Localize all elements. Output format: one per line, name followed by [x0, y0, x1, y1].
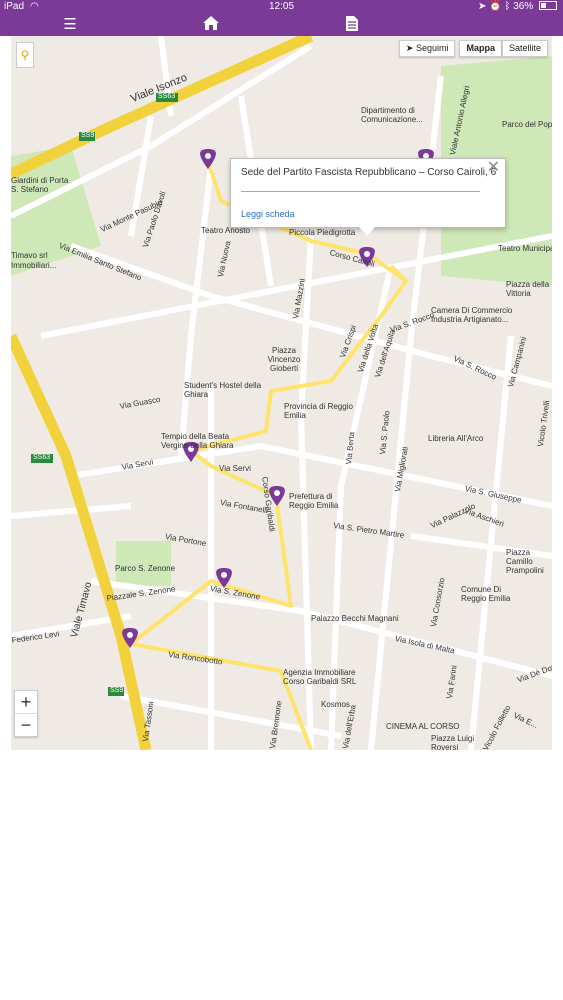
map-top-controls: ➤ Seguimi Mappa Satellite — [398, 40, 548, 57]
label-prefettura: Prefettura di Reggio Emilia — [289, 492, 339, 510]
info-window: Sede del Partito Fascista Repubblicano –… — [230, 157, 506, 236]
label-timavo-immobiliari: Immobiliari... — [11, 261, 57, 270]
label-ss63a: SS63 — [158, 93, 176, 100]
map-canvas — [11, 36, 552, 750]
map-view[interactable]: Viale Isonzo SS63 SS9 Dipartimento di Co… — [11, 36, 552, 750]
document-icon[interactable] — [337, 15, 367, 35]
label-parco-popolo: Parco del Popolo — [502, 120, 552, 129]
zoom-in-button[interactable]: + — [15, 691, 37, 713]
label-provincia: Provincia di Reggio Emilia — [284, 402, 353, 420]
alarm-icon: ⏰ — [489, 1, 502, 12]
label-comune: Comune Di Reggio Emilia — [461, 585, 511, 603]
label-piazza-vittoria: Piazza della Vittoria — [506, 280, 550, 298]
nav-bar: ☰ — [0, 14, 563, 36]
label-camera-commercio: Camera Di Commercio Industria Artigianat… — [431, 306, 513, 324]
label-parco-zenone: Parco S. Zenone — [115, 564, 176, 573]
label-timavo-srl: Timavo srl — [11, 251, 48, 260]
info-window-title: Sede del Partito Fascista Repubblicano –… — [241, 167, 497, 178]
label-dipartimento: Dipartimento di Comunicazione... — [361, 106, 423, 124]
label-tempio: Tempio della Beata Vergine della Ghiara — [161, 432, 234, 450]
document-icon-svg — [346, 16, 358, 31]
follow-button[interactable]: ➤ Seguimi — [398, 40, 456, 57]
home-icon-svg — [203, 16, 219, 30]
home-icon[interactable] — [196, 15, 226, 35]
map-type-satellite-button[interactable]: Satellite — [501, 40, 548, 57]
label-ss63b: SS63 — [33, 454, 51, 461]
label-ss9b: SS9 — [110, 687, 124, 694]
label-piccola-piedigrotta: Piccola Piedigrotta — [289, 228, 356, 237]
label-libreria: Libreria All'Arco — [428, 434, 484, 443]
status-right: ➤ ⏰ ᛒ 36% — [478, 1, 557, 12]
label-agenzia: Agenzia Immobiliare Corso Garibaldi SRL — [283, 668, 357, 686]
label-giardini: Giardini di Porta S. Stefano — [11, 176, 69, 194]
label-via-servi-2: Via Servi — [219, 464, 251, 473]
status-bar: iPad ◠ 12:05 ➤ ⏰ ᛒ 36% — [0, 0, 563, 14]
bluetooth-icon: ᛒ — [504, 1, 511, 12]
navigation-arrow-icon: ➤ — [405, 43, 416, 53]
label-palazzo-becchi: Palazzo Becchi Magnani — [311, 614, 399, 623]
label-students-hostel: Student's Hostel della Ghiara — [184, 381, 262, 399]
battery-percent: 36% — [513, 1, 534, 12]
close-icon[interactable]: ✕ — [487, 157, 500, 177]
label-piazza-gioberti: Piazza Vincenzo Gioberti — [267, 346, 301, 373]
map-type-control: Mappa Satellite — [459, 40, 548, 57]
info-window-divider — [241, 191, 480, 192]
location-icon: ➤ — [478, 1, 487, 12]
battery-icon — [539, 1, 557, 10]
zoom-control: + − — [14, 690, 38, 737]
label-teatro-municipale: Teatro Municipale — [498, 244, 552, 253]
read-sheet-link[interactable]: Leggi scheda — [241, 209, 295, 219]
label-kosmos: Kosmos — [321, 700, 350, 709]
follow-button-label: Seguimi — [415, 43, 449, 53]
hamburger-menu-icon[interactable]: ☰ — [55, 15, 85, 35]
label-piazza-luigi: Piazza Luigi Roversi — [431, 734, 475, 750]
label-ss9a: SS9 — [81, 132, 95, 139]
zoom-out-button[interactable]: − — [15, 713, 37, 736]
street-view-pegman-icon[interactable]: ⚲ — [16, 42, 34, 68]
label-cinema: CINEMA AL CORSO — [386, 722, 460, 731]
label-piazza-camillo: Piazza Camillo Prampolini — [506, 548, 544, 575]
map-type-map-button[interactable]: Mappa — [459, 40, 502, 57]
